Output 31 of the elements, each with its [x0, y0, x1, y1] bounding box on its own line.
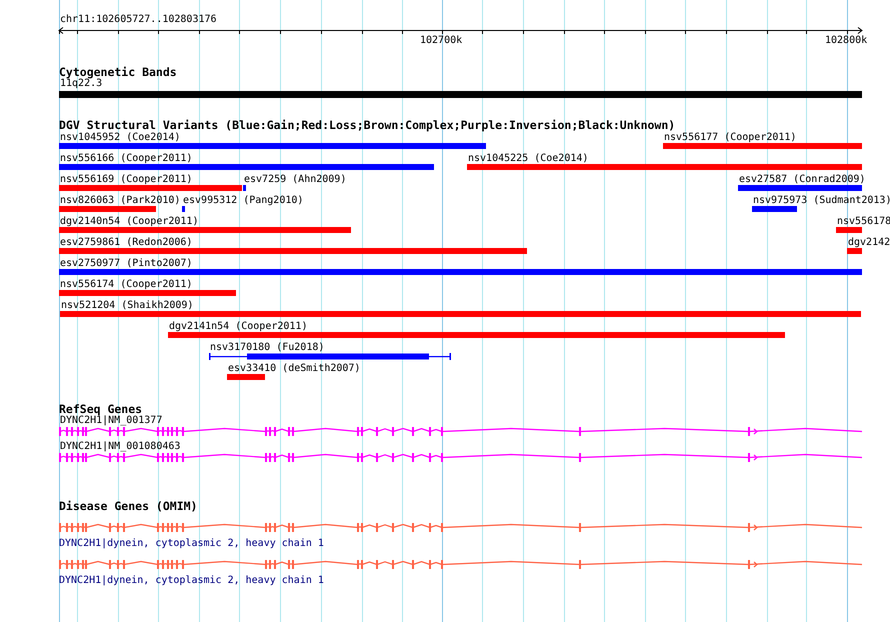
variant-label: nsv1045225 (Coe2014) — [468, 153, 588, 164]
variant-label: nsv975973 (Sudmant2013) — [753, 195, 890, 206]
variant-label: esv995312 (Pang2010) — [183, 195, 304, 206]
track-title: Disease Genes (OMIM) — [59, 500, 198, 512]
gene-link[interactable]: DYNC2H1|dynein, cytoplasmic 2, heavy chain 1 — [59, 575, 324, 586]
variant-label: nsv556174 (Cooper2011) — [60, 279, 192, 290]
variant-label: esv2750977 (Pinto2007) — [60, 258, 192, 269]
variant-label: esv7259 (Ahn2009) — [244, 174, 346, 185]
variant-label: nsv521204 (Shaikh2009) — [61, 300, 194, 311]
variant-label: nsv556166 (Cooper2011) — [60, 153, 192, 164]
track-title: RefSeq Genes — [59, 403, 142, 415]
variant-label: esv33410 (deSmith2007) — [228, 363, 360, 374]
track-title: Cytogenetic Bands — [59, 66, 178, 78]
variant-label: esv27587 (Conrad2009) — [739, 174, 866, 185]
gene-label: DYNC2H1|NM_001080463 — [60, 441, 180, 452]
variant-label: nsv556169 (Cooper2011) — [60, 174, 192, 185]
tick-label: 102800k — [825, 35, 868, 47]
variant-label: dgv2142 — [848, 237, 890, 248]
track-title: DGV Structural Variants (Blue:Gain;Red:Loss;Brown:Complex;Purple:Inversion;Black:Unknown) — [59, 119, 676, 131]
variant-label: nsv3170180 (Fu2018) — [210, 342, 324, 353]
variant-label: nsv556177 (Cooper2011) — [664, 132, 796, 143]
variant-label: dgv2141n54 (Cooper2011) — [169, 321, 308, 332]
variant-label: nsv1045952 (Coe2014) — [60, 132, 180, 143]
region-label: chr11:102605727..102803176 — [60, 14, 217, 26]
variant-label: nsv826063 (Park2010) — [60, 195, 180, 206]
variant-label: dgv2140n54 (Cooper2011) — [60, 216, 198, 227]
band-label: 11q22.3 — [60, 78, 102, 89]
gene-label: DYNC2H1|NM_001377 — [60, 415, 162, 426]
variant-label: esv2759861 (Redon2006) — [60, 237, 192, 248]
tick-label: 102700k — [420, 35, 462, 47]
gene-link[interactable]: DYNC2H1|dynein, cytoplasmic 2, heavy chain 1 — [59, 538, 324, 549]
